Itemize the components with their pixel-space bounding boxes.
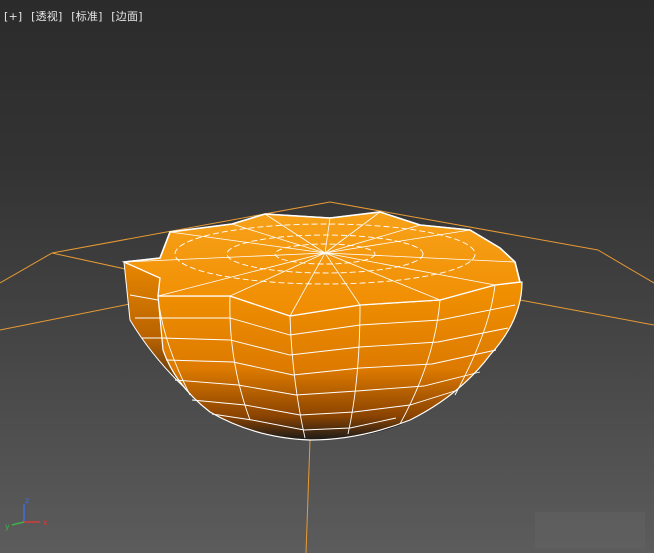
- viewport-corner-area: [535, 512, 645, 548]
- grid-line-left-ground: [0, 299, 151, 331]
- axis-y-line: [11, 521, 25, 526]
- grid-line-left-front: [51, 252, 131, 271]
- axis-x-label: x: [43, 518, 48, 527]
- grid-line-center-down: [305, 439, 311, 553]
- grid-line-left-back: [0, 252, 53, 284]
- axis-gizmo: z x y: [5, 496, 48, 531]
- axis-z-label: z: [25, 496, 29, 505]
- grid-line-right-back: [597, 249, 654, 284]
- grid-line-right-ground: [519, 299, 654, 326]
- scene-canvas[interactable]: [0, 0, 654, 553]
- axis-y-label: y: [5, 522, 10, 531]
- perspective-viewport[interactable]: [+] [透视] [标准] [边面] z x y: [0, 0, 654, 553]
